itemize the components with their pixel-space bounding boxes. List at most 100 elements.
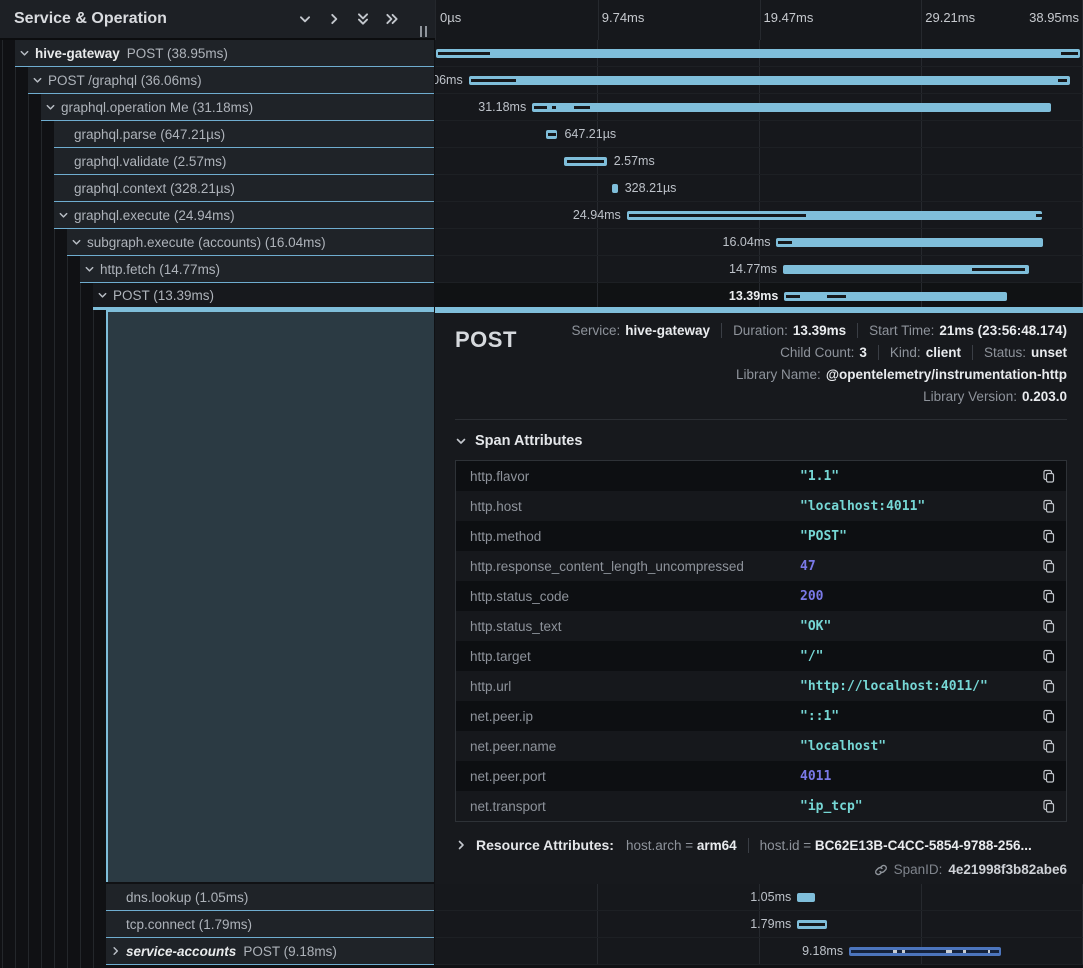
copy-icon[interactable]: [1032, 709, 1066, 724]
copy-icon[interactable]: [1032, 649, 1066, 664]
span-name-row[interactable]: http.fetch (14.77ms): [80, 256, 434, 283]
span-name-row[interactable]: dns.lookup (1.05ms): [106, 884, 434, 911]
child-span-marker: [972, 268, 1026, 271]
span-row: subgraph.execute (accounts) (16.04ms) 16.…: [0, 229, 1083, 256]
span-name-cell: tcp.connect (1.79ms): [0, 911, 435, 938]
chevron-down-icon[interactable]: [298, 12, 312, 26]
span-title: POST: [455, 323, 517, 353]
span-name-row[interactable]: graphql.validate (2.57ms): [54, 148, 434, 175]
attribute-row: net.peer.port4011: [456, 761, 1066, 791]
resource-attributes-row[interactable]: Resource Attributes: host.arch = arm64ho…: [455, 837, 1067, 853]
timeline-gridline: [759, 148, 760, 174]
span-timeline-cell: 2.57ms: [435, 148, 1083, 175]
child-span-marker: [574, 106, 590, 109]
child-span-marker: [1036, 214, 1044, 217]
span-name-label: POST (13.39ms): [93, 288, 214, 303]
span-name-row[interactable]: graphql.context (328.21µs): [54, 175, 434, 202]
chevron-right-icon[interactable]: [110, 946, 121, 957]
span-timeline-cell: 16.04ms: [435, 229, 1083, 256]
chevron-down-icon[interactable]: [84, 264, 95, 275]
attribute-key: http.host: [456, 499, 800, 514]
span-duration-bar[interactable]: [797, 893, 814, 902]
span-name-cell: POST /graphql (36.06ms): [0, 67, 435, 94]
copy-icon[interactable]: [1032, 679, 1066, 694]
chevrons-down-icon[interactable]: [356, 12, 370, 26]
span-id-value: 4e21998f3b82abe6: [948, 862, 1067, 877]
span-duration-label: 647.21µs: [564, 121, 616, 147]
span-name-row[interactable]: hive-gatewayPOST (38.95ms): [15, 40, 434, 67]
span-timeline-cell: 1.79ms: [435, 911, 1083, 938]
child-span-marker: [778, 241, 792, 244]
chevron-down-icon[interactable]: [45, 102, 56, 113]
span-name-row[interactable]: POST (13.39ms): [93, 283, 434, 310]
span-duration-bar[interactable]: [612, 184, 618, 193]
span-name-label: graphql.execute (24.94ms): [54, 208, 235, 223]
span-row: hive-gatewayPOST (38.95ms) 38.95ms: [0, 40, 1083, 67]
copy-icon[interactable]: [1032, 529, 1066, 544]
span-meta-line: Service:hive-gatewayDuration:13.39msStar…: [537, 323, 1067, 338]
chevron-down-icon[interactable]: [19, 48, 30, 59]
timeline-gridline: [597, 175, 598, 201]
chevron-right-icon[interactable]: [327, 12, 341, 26]
span-name-row[interactable]: tcp.connect (1.79ms): [106, 911, 434, 938]
copy-icon[interactable]: [1032, 769, 1066, 784]
child-span-marker: [851, 950, 999, 953]
service-operation-title: Service & Operation: [14, 10, 298, 28]
span-duration-bar[interactable]: [776, 238, 1043, 247]
span-duration-bar[interactable]: [469, 76, 1070, 85]
span-name-label: graphql.operation Me (31.18ms): [41, 100, 253, 115]
timeline-gridline: [759, 938, 760, 964]
span-name-row[interactable]: graphql.parse (647.21µs): [54, 121, 434, 148]
span-duration-bar[interactable]: [532, 103, 1050, 112]
span-name-cell: graphql.operation Me (31.18ms): [0, 94, 435, 121]
span-meta-field: Library Name:@opentelemetry/instrumentat…: [736, 367, 1067, 382]
operation-name: http.fetch (14.77ms): [100, 262, 220, 277]
span-detail-header: POST Service:hive-gatewayDuration:13.39m…: [455, 323, 1067, 411]
span-duration-bar[interactable]: [784, 292, 1007, 301]
span-meta-field: Start Time:21ms (23:56:48.174): [869, 323, 1067, 338]
panel-resize-handle[interactable]: [420, 26, 427, 37]
span-duration-label: 24.94ms: [573, 202, 621, 228]
span-name-label: hive-gatewayPOST (38.95ms): [15, 46, 228, 61]
span-timeline-cell: 38.95ms: [435, 40, 1083, 67]
meta-separator: [857, 323, 858, 338]
attribute-value: "localhost": [800, 739, 1032, 754]
chevron-down-icon[interactable]: [71, 237, 82, 248]
copy-icon[interactable]: [1032, 499, 1066, 514]
span-duration-label: 16.04ms: [723, 229, 771, 255]
span-name-row[interactable]: graphql.execute (24.94ms): [54, 202, 434, 229]
child-span-marker: [827, 295, 846, 298]
copy-icon[interactable]: [1032, 739, 1066, 754]
span-duration-bar[interactable]: [436, 49, 1079, 58]
span-name-cell: graphql.execute (24.94ms): [0, 202, 435, 229]
chevron-down-icon[interactable]: [32, 75, 43, 86]
span-name-row[interactable]: POST /graphql (36.06ms): [28, 67, 434, 94]
copy-icon[interactable]: [1032, 799, 1066, 814]
copy-icon[interactable]: [1032, 619, 1066, 634]
span-name-row[interactable]: graphql.operation Me (31.18ms): [41, 94, 434, 121]
span-rows-top: hive-gatewayPOST (38.95ms) 38.95msPOST /g…: [0, 40, 1083, 310]
attribute-row: net.peer.ip"::1": [456, 701, 1066, 731]
span-name-row[interactable]: subgraph.execute (accounts) (16.04ms): [67, 229, 434, 256]
span-name-row[interactable]: service-accountsPOST (9.18ms): [106, 938, 434, 965]
timeline-gridline: [921, 911, 922, 937]
attribute-key: http.target: [456, 649, 800, 664]
chevron-down-icon[interactable]: [97, 290, 108, 301]
span-detail-panel: POST Service:hive-gatewayDuration:13.39m…: [435, 310, 1083, 884]
child-span-tick: [988, 950, 991, 953]
copy-icon[interactable]: [1032, 469, 1066, 484]
timeline-header: 0µs9.74ms19.47ms29.21ms38.95ms: [435, 0, 1083, 40]
attribute-row: net.peer.name"localhost": [456, 731, 1066, 761]
chevrons-right-icon[interactable]: [385, 12, 399, 26]
copy-icon[interactable]: [1032, 589, 1066, 604]
span-duration-label: 1.05ms: [750, 884, 791, 910]
timeline-tick: 38.95ms: [1029, 10, 1083, 25]
timeline-gridline: [597, 938, 598, 964]
copy-icon[interactable]: [1032, 559, 1066, 574]
meta-separator: [972, 345, 973, 360]
span-attributes-toggle[interactable]: Span Attributes: [455, 433, 1067, 449]
span-row: dns.lookup (1.05ms) 1.05ms: [0, 884, 1083, 911]
link-icon[interactable]: [874, 863, 888, 877]
operation-name: graphql.context (328.21µs): [74, 181, 235, 196]
chevron-down-icon[interactable]: [58, 210, 69, 221]
